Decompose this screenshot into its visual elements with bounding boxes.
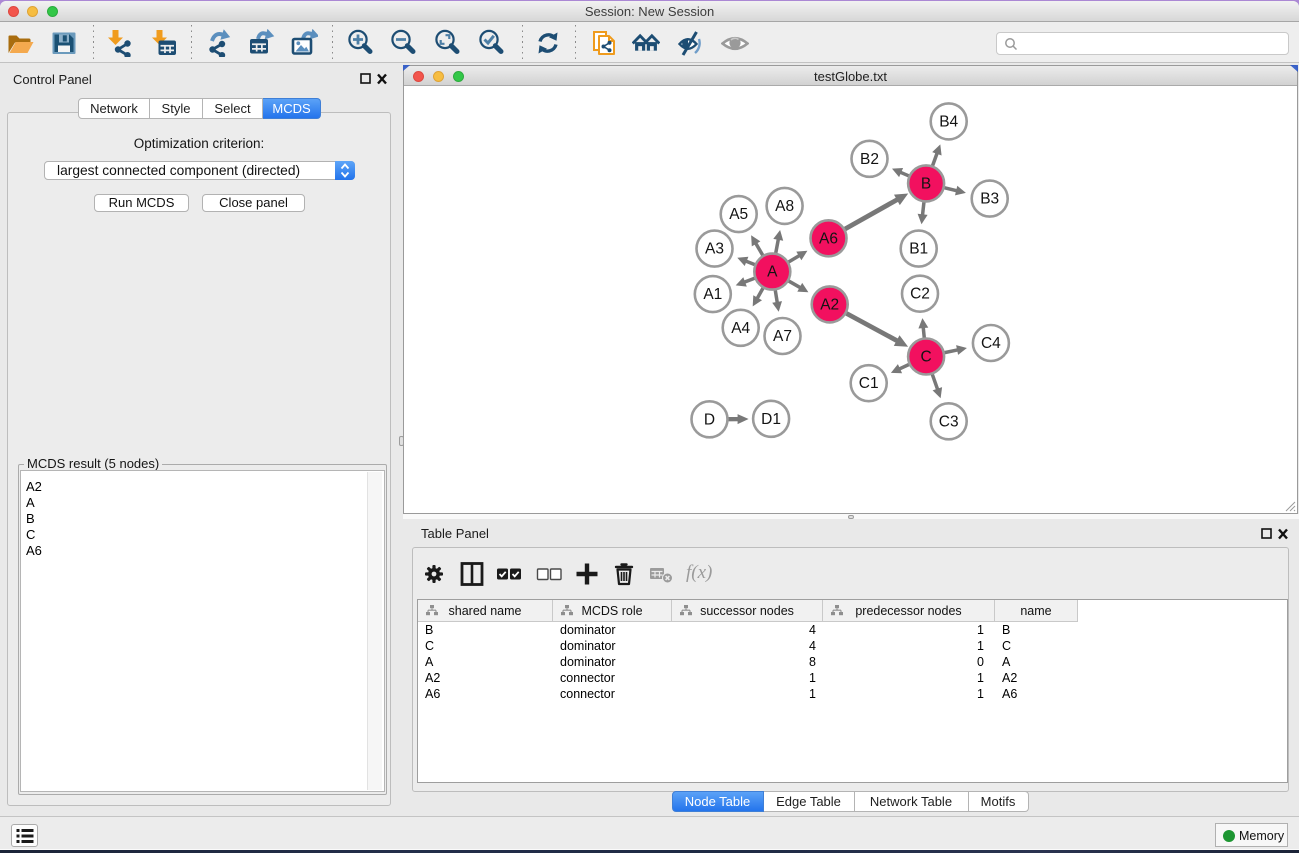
svg-text:D: D xyxy=(704,411,715,428)
svg-text:A5: A5 xyxy=(729,206,748,223)
svg-text:B3: B3 xyxy=(980,191,999,208)
svg-text:B4: B4 xyxy=(939,113,958,130)
svg-text:A6: A6 xyxy=(819,230,838,247)
svg-text:A2: A2 xyxy=(820,296,839,313)
svg-text:B1: B1 xyxy=(909,241,928,258)
svg-text:A1: A1 xyxy=(703,286,722,303)
svg-text:A7: A7 xyxy=(773,328,792,345)
svg-text:B: B xyxy=(921,175,931,192)
svg-text:D1: D1 xyxy=(761,411,781,428)
svg-text:C2: C2 xyxy=(910,286,930,303)
svg-text:C: C xyxy=(920,349,931,366)
svg-text:B2: B2 xyxy=(860,151,879,168)
svg-text:A8: A8 xyxy=(775,198,794,215)
svg-text:C3: C3 xyxy=(939,413,959,430)
svg-text:C4: C4 xyxy=(981,335,1001,352)
svg-text:A: A xyxy=(767,264,778,281)
svg-text:A3: A3 xyxy=(705,241,724,258)
svg-text:A4: A4 xyxy=(731,320,750,337)
svg-text:C1: C1 xyxy=(859,375,879,392)
